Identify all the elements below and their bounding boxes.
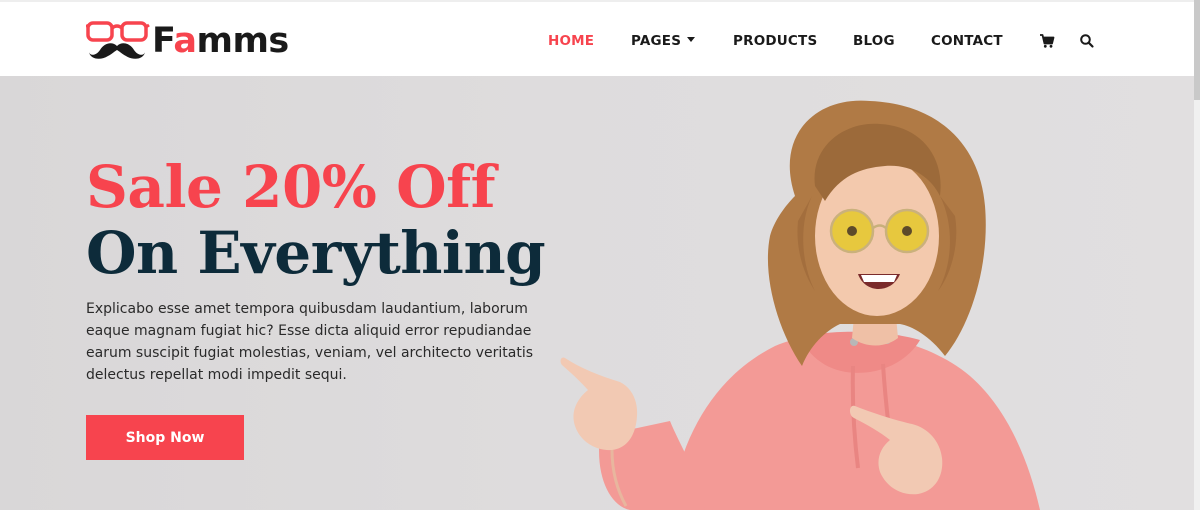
brand-name: Famms — [152, 21, 289, 61]
hero-description: Explicabo esse amet tempora quibusdam la… — [86, 301, 534, 383]
glasses-mustache-icon — [86, 21, 150, 59]
caret-down-icon — [687, 36, 696, 42]
nav-item-pages[interactable]: PAGES — [631, 30, 696, 52]
hero-banner: Sale 20% Off On Everything Explicabo ess… — [0, 76, 1194, 510]
hero-headline-sale: Sale 20% Off — [86, 153, 496, 221]
nav-item-pages-label: PAGES — [631, 33, 682, 49]
site-header: Famms HOME PAGES PRODUCTS BLOG CONTACT — [0, 0, 1200, 76]
hero-model-photo — [560, 100, 1040, 510]
nav-item-products[interactable]: PRODUCTS — [733, 30, 817, 52]
nav-item-contact[interactable]: CONTACT — [931, 30, 1003, 52]
page-scrollbar[interactable] — [1194, 0, 1200, 510]
hero-headline-everything: On Everything — [86, 219, 546, 287]
nav-item-home[interactable]: HOME — [548, 30, 594, 52]
search-icon[interactable] — [1079, 33, 1095, 49]
nav-item-blog[interactable]: BLOG — [853, 30, 895, 52]
cart-icon[interactable] — [1039, 33, 1055, 49]
scrollbar-thumb[interactable] — [1194, 0, 1200, 100]
shop-now-button[interactable]: Shop Now — [86, 415, 244, 460]
brand-logo[interactable]: Famms — [86, 19, 289, 63]
